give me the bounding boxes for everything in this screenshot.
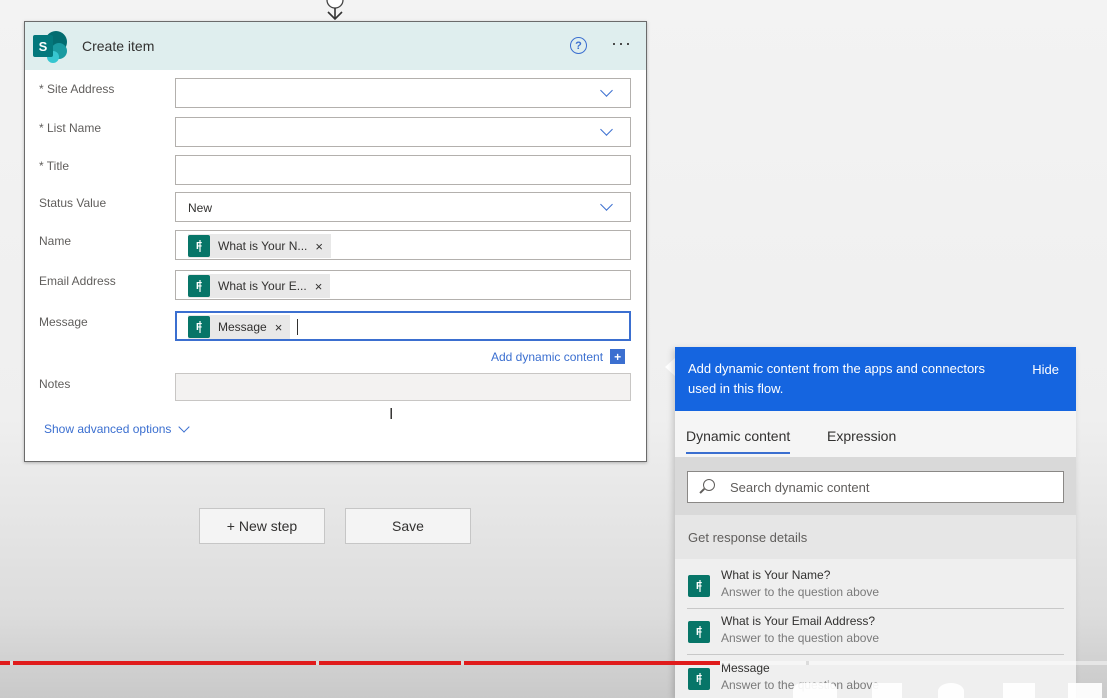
forms-icon: F: [188, 275, 210, 297]
autoplay-toggle-icon[interactable]: [793, 683, 837, 698]
theater-mode-icon[interactable]: [1068, 683, 1102, 698]
status-value-label: Status Value: [39, 196, 107, 210]
more-options-icon[interactable]: ···: [611, 33, 632, 54]
dynamic-panel-message: Add dynamic content from the apps and co…: [688, 361, 986, 396]
remove-token-icon[interactable]: ×: [275, 320, 283, 335]
site-address-dropdown[interactable]: [175, 78, 631, 108]
message-token-label: Message: [218, 320, 267, 334]
list-item-subtitle: Answer to the question above: [721, 585, 880, 599]
chapter-marker: [806, 661, 809, 665]
search-dynamic-content-input[interactable]: Search dynamic content: [687, 471, 1064, 503]
name-label: Name: [39, 234, 72, 248]
remove-token-icon[interactable]: ×: [315, 239, 323, 254]
status-value-selected: New: [188, 201, 213, 215]
dynamic-panel-header: Add dynamic content from the apps and co…: [675, 347, 1076, 411]
subtitles-icon[interactable]: [872, 683, 902, 698]
name-token-label: What is Your N...: [218, 239, 308, 253]
title-label: * Title: [39, 159, 70, 173]
settings-gear-icon[interactable]: [938, 683, 964, 698]
email-address-row: Email Address F What is Your E... ×: [39, 270, 631, 300]
email-token-label: What is Your E...: [218, 279, 307, 293]
show-advanced-options-label: Show advanced options: [44, 422, 172, 436]
add-dynamic-content-link[interactable]: Add dynamic content +: [491, 349, 626, 364]
list-item[interactable]: F What is Your Name? Answer to the quest…: [687, 563, 1064, 609]
search-placeholder: Search dynamic content: [730, 480, 870, 495]
chapter-marker: [316, 661, 319, 665]
message-dynamic-token[interactable]: F Message ×: [188, 315, 291, 339]
list-item-title: What is Your Email Address?: [721, 614, 876, 628]
list-item-title: What is Your Name?: [721, 568, 831, 582]
message-row: Message F Message ×: [39, 311, 631, 341]
message-label: Message: [39, 315, 88, 329]
hide-panel-link[interactable]: Hide: [1032, 360, 1059, 380]
forms-icon: F: [188, 316, 210, 338]
card-header[interactable]: S Create item ? ···: [25, 22, 646, 70]
dynamic-panel-tabs: Dynamic content Expression: [675, 411, 1076, 457]
forms-icon: F: [188, 235, 210, 257]
miniplayer-icon[interactable]: [1003, 683, 1035, 698]
chapter-marker: [461, 661, 464, 665]
site-address-label: * Site Address: [39, 82, 115, 96]
forms-icon: F: [688, 621, 710, 643]
get-response-details-header[interactable]: Get response details: [675, 515, 1076, 559]
title-row: * Title: [39, 155, 631, 185]
new-step-button[interactable]: + New step: [199, 508, 325, 544]
ibeam-cursor-icon: I: [389, 406, 394, 423]
name-input[interactable]: F What is Your N... ×: [175, 230, 631, 260]
forms-icon: F: [688, 668, 710, 690]
list-item-subtitle: Answer to the question above: [721, 631, 880, 645]
chapter-marker: [10, 661, 13, 665]
video-progress-played[interactable]: [0, 661, 720, 665]
add-dynamic-content-label: Add dynamic content: [491, 349, 604, 364]
search-icon: [703, 479, 715, 491]
list-name-label: * List Name: [39, 121, 102, 135]
list-item[interactable]: F What is Your Email Address? Answer to …: [687, 609, 1064, 655]
create-item-card: S Create item ? ··· * Site Address * Lis…: [24, 21, 647, 462]
tab-expression[interactable]: Expression: [827, 428, 896, 444]
card-title: Create item: [82, 38, 155, 54]
panel-pointer: [665, 358, 675, 376]
notes-row: Notes: [39, 373, 631, 403]
email-dynamic-token[interactable]: F What is Your E... ×: [188, 274, 331, 298]
name-row: Name F What is Your N... ×: [39, 230, 631, 260]
tab-dynamic-content[interactable]: Dynamic content: [686, 428, 791, 454]
save-button[interactable]: Save: [345, 508, 471, 544]
help-icon[interactable]: ?: [570, 37, 587, 54]
notes-label: Notes: [39, 377, 71, 391]
list-name-row: * List Name: [39, 117, 631, 147]
sharepoint-logo-icon: S: [33, 29, 67, 63]
status-value-dropdown[interactable]: New: [175, 192, 631, 222]
chevron-down-icon[interactable]: [601, 127, 612, 138]
email-address-label: Email Address: [39, 274, 116, 288]
name-dynamic-token[interactable]: F What is Your N... ×: [188, 234, 331, 258]
title-input[interactable]: [175, 155, 631, 185]
email-address-input[interactable]: F What is Your E... ×: [175, 270, 631, 300]
step-connector-arrow-icon: [326, 0, 344, 21]
chevron-down-icon[interactable]: [601, 202, 612, 213]
status-value-row: Status Value New: [39, 192, 631, 222]
remove-token-icon[interactable]: ×: [315, 279, 323, 294]
text-caret: [297, 319, 298, 335]
chevron-down-icon[interactable]: [601, 88, 612, 99]
search-area: Search dynamic content: [675, 457, 1076, 515]
chevron-down-icon: [178, 420, 191, 433]
message-input[interactable]: F Message ×: [175, 311, 631, 341]
add-icon[interactable]: +: [610, 349, 626, 364]
notes-input[interactable]: [175, 373, 631, 401]
site-address-row: * Site Address: [39, 78, 631, 108]
forms-icon: F: [688, 575, 710, 597]
list-name-dropdown[interactable]: [175, 117, 631, 147]
show-advanced-options-link[interactable]: Show advanced options: [44, 420, 191, 436]
dynamic-content-panel: Add dynamic content from the apps and co…: [675, 347, 1076, 698]
